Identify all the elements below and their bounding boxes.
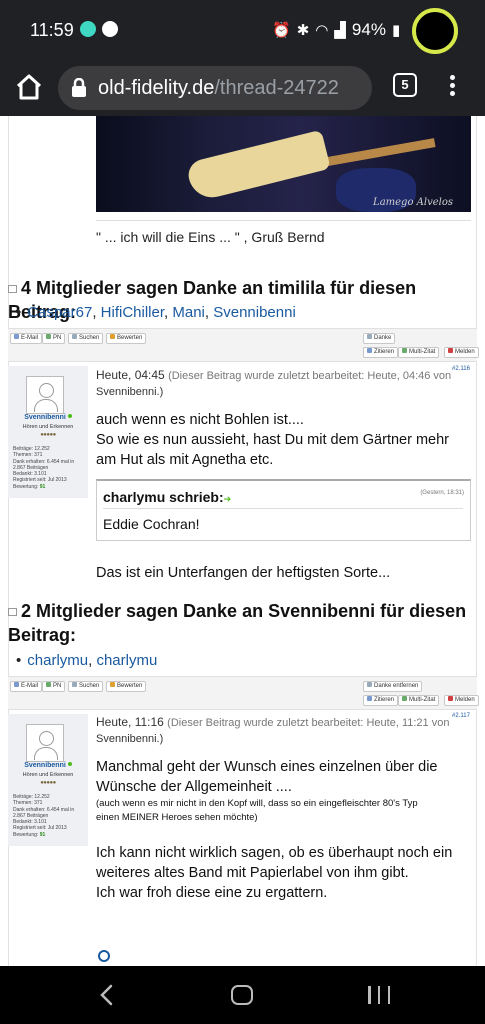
rate-button[interactable]: Bewerten — [106, 681, 147, 692]
report-button[interactable]: Melden — [444, 347, 479, 358]
edit-note: (Dieser Beitrag wurde zuletzt bearbeitet… — [168, 370, 452, 382]
recents-icon[interactable] — [368, 986, 390, 1004]
author-stats: Beiträge: 12.252 Themen: 371 Dank erhalt… — [13, 794, 75, 838]
search-button[interactable]: Suchen — [68, 681, 104, 692]
post-body-after-quote: Das ist ein Unterfangen der heftigsten S… — [96, 565, 391, 581]
author-name[interactable]: Svennibenni — [8, 414, 88, 421]
multiquote-button[interactable]: Multi-Zitat — [398, 695, 440, 706]
quote-button[interactable]: Zitieren — [363, 695, 399, 706]
photo-watermark: Lamego Alvelos — [373, 197, 453, 208]
post-number[interactable]: #2.116 — [452, 366, 470, 372]
thanks-user-link[interactable]: charlymu — [96, 652, 157, 669]
pm-button[interactable]: PN — [42, 681, 66, 692]
post-number[interactable]: #2.117 — [452, 713, 470, 719]
post-button-bar: E-Mail PN Suchen Bewerten Danke Zitieren… — [8, 328, 479, 362]
online-indicator-icon — [67, 414, 72, 418]
post-time: Heute, 04:45 — [96, 368, 165, 382]
quote-link-icon[interactable]: ➔ — [224, 494, 232, 504]
edit-user-link[interactable]: Svennibenni.) — [96, 386, 163, 398]
post-photo[interactable]: Lamego Alvelos — [96, 116, 471, 212]
quote-button[interactable]: Zitieren — [363, 347, 399, 358]
signal-icon: ▟ — [334, 22, 346, 39]
post-button-bar: E-Mail PN Suchen Bewerten Danke entferne… — [8, 676, 479, 710]
post-meta: Heute, 11:16 (Dieser Beitrag wurde zulet… — [96, 715, 449, 729]
thanks-title-text: 2 Mitglieder sagen Danke an Svennibenni … — [21, 601, 467, 621]
wifi-icon: ◠ — [315, 22, 329, 39]
url-domain: old-fidelity.de — [98, 77, 215, 99]
bullet: • — [16, 304, 22, 321]
author-profile: Svennibenni Hören und Erkennen ●●●●● Bei… — [8, 714, 88, 846]
edit-user-link[interactable]: Svennibenni.) — [96, 733, 163, 745]
search-button[interactable]: Suchen — [68, 333, 104, 344]
quote-divider — [103, 508, 463, 509]
quote-author[interactable]: charlymu schrieb:➔ — [103, 489, 231, 505]
overflow-menu-icon[interactable] — [444, 72, 460, 102]
page-content: Lamego Alvelos " ... ich will die Eins .… — [0, 116, 485, 966]
thanks-user-link[interactable]: Caspar67 — [27, 304, 92, 321]
post-meta-line2: Svennibenni.) — [96, 384, 163, 398]
author-stars: ●●●●● — [40, 780, 56, 786]
home-icon[interactable] — [14, 72, 44, 102]
spotify-icon — [102, 21, 118, 37]
pm-button[interactable]: PN — [42, 333, 66, 344]
quote-text: Eddie Cochran! — [103, 516, 200, 532]
online-indicator-icon — [67, 762, 72, 766]
avatar[interactable] — [26, 724, 64, 762]
navigation-bar — [0, 966, 485, 1024]
thanks-user-link[interactable]: Mani — [172, 304, 205, 321]
thanks-list: • charlymu, charlymu — [16, 652, 158, 669]
thanks-heading: 2 Mitglieder sagen Danke an Svennibenni … — [8, 599, 466, 647]
post-time: Heute, 11:16 — [96, 715, 164, 729]
signature-text: " ... ich will die Eins ... " , Gruß Ber… — [96, 229, 325, 245]
post-meta-line2: Svennibenni.) — [96, 731, 163, 745]
report-button[interactable]: Melden — [444, 695, 479, 706]
status-bar: 11:59 ⏰ ✱ ◠ ▟ 94% ▮ — [0, 0, 485, 60]
email-button[interactable]: E-Mail — [10, 333, 43, 344]
post-body: Manchmal geht der Wunsch eines einzelnen… — [96, 759, 453, 901]
bluetooth-icon: ✱ — [296, 22, 310, 39]
avatar[interactable] — [26, 376, 64, 414]
address-bar[interactable]: old-fidelity.de/thread-24722 — [58, 66, 372, 110]
battery-percent: 94% — [351, 20, 386, 39]
tab-switcher-button[interactable]: 5 — [393, 73, 417, 97]
author-rank: Hören und Erkennen — [22, 424, 74, 430]
thanks-icon — [8, 608, 17, 616]
clock: 11:59 — [30, 20, 74, 40]
thanks-user-link[interactable]: charlymu — [27, 652, 88, 669]
quote-block: charlymu schrieb:➔ (Gestern, 18:31) Eddi… — [96, 479, 471, 541]
magnifier-icon — [98, 950, 110, 962]
author-profile: Svennibenni Hören und Erkennen ●●●●● Bei… — [8, 366, 88, 498]
floating-bubble-icon[interactable] — [412, 8, 458, 54]
author-stats: Beiträge: 12.252 Themen: 371 Dank erhalt… — [13, 446, 75, 490]
alarm-icon: ⏰ — [272, 22, 291, 39]
thanks-user-link[interactable]: Svennibenni — [213, 304, 296, 321]
url-path: /thread-24722 — [214, 77, 339, 99]
signature-divider — [96, 220, 471, 221]
thanks-button[interactable]: Danke — [363, 333, 396, 344]
remove-thanks-button[interactable]: Danke entfernen — [363, 681, 423, 692]
lock-icon[interactable] — [70, 78, 88, 98]
url-text[interactable]: old-fidelity.de/thread-24722 — [98, 77, 339, 100]
author-name[interactable]: Svennibenni — [8, 762, 88, 769]
post-body: auch wenn es nicht Bohlen ist.... So wie… — [96, 412, 449, 468]
author-stars: ●●●●● — [40, 432, 56, 438]
thanks-title-text-line2: Beitrag: — [8, 625, 77, 645]
home-button-icon[interactable] — [231, 985, 253, 1005]
rate-button[interactable]: Bewerten — [106, 333, 147, 344]
thanks-icon — [8, 285, 17, 293]
battery-icon: ▮ — [391, 22, 401, 39]
edit-note: (Dieser Beitrag wurde zuletzt bearbeitet… — [167, 717, 450, 729]
author-rank: Hören und Erkennen — [22, 772, 74, 778]
bullet: • — [16, 652, 22, 669]
guitar-body — [185, 129, 331, 203]
multiquote-button[interactable]: Multi-Zitat — [398, 347, 440, 358]
browser-toolbar: old-fidelity.de/thread-24722 5 — [0, 60, 485, 116]
post-meta: Heute, 04:45 (Dieser Beitrag wurde zulet… — [96, 368, 451, 382]
thanks-list: • Caspar67, HifiChiller, Mani, Svennibenn… — [16, 304, 296, 321]
thanks-user-link[interactable]: HifiChiller — [101, 304, 164, 321]
quote-time: (Gestern, 18:31) — [420, 490, 464, 496]
teal-app-icon — [80, 21, 96, 37]
email-button[interactable]: E-Mail — [10, 681, 43, 692]
back-icon[interactable] — [98, 984, 116, 1006]
